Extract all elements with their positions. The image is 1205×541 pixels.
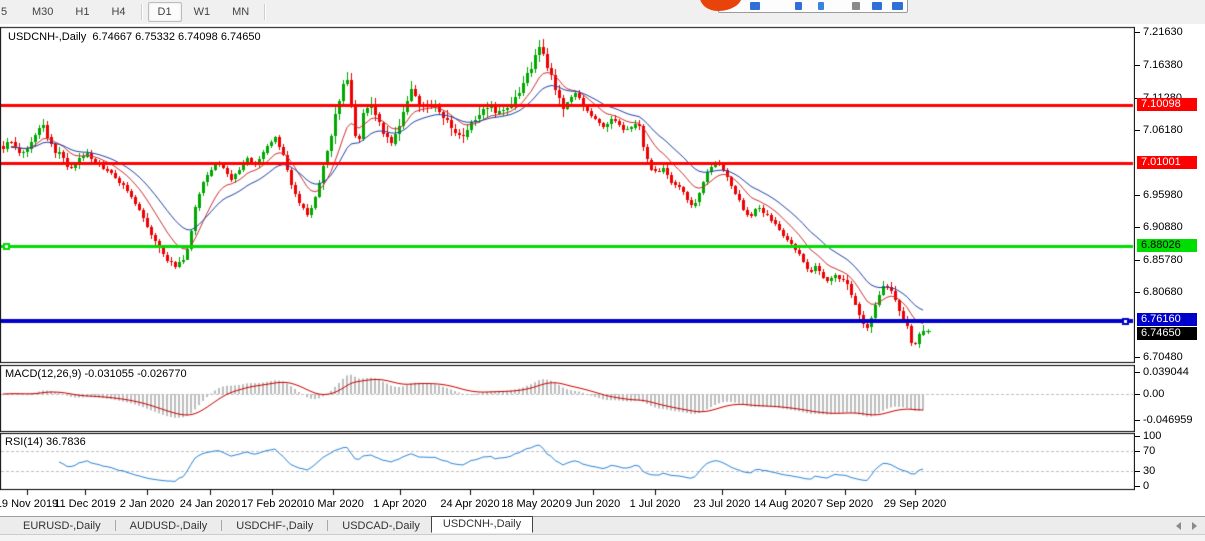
timeframe-button-m15-cropped[interactable]: 5 (0, 2, 20, 22)
tab-eurusd[interactable]: EURUSD-,Daily (12, 519, 112, 533)
price-tick-label: 6.90880 (1143, 221, 1183, 233)
price-tick-mark (1135, 32, 1140, 33)
macd-tick-mark (1135, 420, 1140, 421)
status-bar (0, 534, 1205, 541)
rsi-tick-label: 0 (1143, 480, 1149, 492)
macd-values: -0.031055 -0.026770 (84, 368, 186, 380)
rsi-tick-label: 70 (1143, 445, 1155, 457)
price-tick-mark (1135, 357, 1140, 358)
tab-scroll-right-icon[interactable] (1192, 522, 1197, 530)
price-tag-7.10098: 7.10098 (1137, 98, 1197, 111)
price-tick-mark (1135, 260, 1140, 261)
rsi-tick-mark (1135, 436, 1140, 437)
price-tag-6.76160: 6.76160 (1137, 313, 1197, 326)
rsi-label: RSI(14) (5, 436, 43, 448)
macd-tick-label: 0.039044 (1143, 366, 1189, 378)
price-tick-mark (1135, 65, 1140, 66)
tab-usdcnh-active[interactable]: USDCNH-,Daily (431, 516, 533, 533)
toolbar-separator (264, 4, 266, 20)
tab-scroll-left-icon[interactable] (1176, 522, 1181, 530)
price-tick-label: 6.95980 (1143, 189, 1183, 201)
price-tag-6.88026: 6.88026 (1137, 239, 1197, 252)
tab-separator (115, 520, 116, 531)
chart-tab-bar: EURUSD-,Daily AUDUSD-,Daily USDCHF-,Dail… (0, 516, 1205, 534)
price-tick-label: 7.16380 (1143, 59, 1183, 71)
price-tag-7.01001: 7.01001 (1137, 156, 1197, 169)
price-chart-canvas[interactable] (0, 24, 1135, 516)
price-tick-label: 6.85780 (1143, 254, 1183, 266)
timeframe-toolbar: 5 M30 H1 H4 D1 W1 MN (0, 0, 1205, 25)
tab-usdcad[interactable]: USDCAD-,Daily (331, 519, 431, 533)
rsi-value: 36.7836 (46, 436, 86, 448)
price-tick-mark (1135, 195, 1140, 196)
timeframe-button-m30[interactable]: M30 (22, 2, 63, 22)
price-tick-label: 6.80680 (1143, 286, 1183, 298)
rsi-tick-label: 100 (1143, 430, 1161, 442)
tab-audusd[interactable]: AUDUSD-,Daily (119, 519, 219, 533)
cropped-overlay-window (700, 0, 910, 12)
blue-chart-icon[interactable] (892, 2, 903, 10)
price-tick-mark (1135, 227, 1140, 228)
timeframe-button-h1[interactable]: H1 (65, 2, 99, 22)
price-tick-label: 6.70480 (1143, 351, 1183, 363)
price-axis[interactable]: 7.216307.163807.112807.061806.959806.908… (1135, 24, 1205, 516)
price-tick-mark (1135, 130, 1140, 131)
toolbar-separator (141, 4, 143, 20)
price-tag-6.74650: 6.74650 (1137, 327, 1197, 340)
macd-tick-label: 0.00 (1143, 388, 1164, 400)
rsi-tick-mark (1135, 451, 1140, 452)
blue-doc-icon[interactable] (795, 2, 802, 10)
gray-doc-icon[interactable] (852, 2, 860, 10)
rsi-tick-mark (1135, 486, 1140, 487)
blue-pin-icon[interactable] (818, 2, 824, 10)
timeframe-button-d1[interactable]: D1 (148, 2, 182, 22)
mt4-window: 5 M30 H1 H4 D1 W1 MN USDCNH-,Daily 6.746… (0, 0, 1205, 541)
price-tick-label: 7.21630 (1143, 26, 1183, 38)
chart-ohlc-values: 6.74667 6.75332 6.74098 6.74650 (92, 31, 260, 43)
timeframe-button-mn[interactable]: MN (222, 2, 259, 22)
tab-usdchf[interactable]: USDCHF-,Daily (225, 519, 324, 533)
macd-indicator-title: MACD(12,26,9) -0.031055 -0.026770 (5, 368, 187, 380)
blue-grid-icon[interactable] (872, 2, 882, 10)
price-tick-mark (1135, 292, 1140, 293)
timeframe-button-h4[interactable]: H4 (101, 2, 135, 22)
chart-symbol-period: USDCNH-,Daily (8, 31, 86, 43)
date-tick-label: 29 Sep 2020 (873, 498, 957, 510)
blue-app-icon[interactable] (750, 2, 760, 10)
tab-separator (221, 520, 222, 531)
chart-area: USDCNH-,Daily 6.74667 6.75332 6.74098 6.… (0, 24, 1205, 516)
rsi-tick-label: 30 (1143, 465, 1155, 477)
macd-label: MACD(12,26,9) (5, 368, 81, 380)
macd-tick-mark (1135, 372, 1140, 373)
tab-separator (327, 520, 328, 531)
timeframe-button-w1[interactable]: W1 (184, 2, 221, 22)
macd-tick-label: -0.046959 (1143, 414, 1193, 426)
rsi-tick-mark (1135, 471, 1140, 472)
price-tick-label: 7.06180 (1143, 124, 1183, 136)
macd-tick-mark (1135, 394, 1140, 395)
rsi-indicator-title: RSI(14) 36.7836 (5, 436, 86, 448)
chart-title: USDCNH-,Daily 6.74667 6.75332 6.74098 6.… (8, 31, 261, 43)
